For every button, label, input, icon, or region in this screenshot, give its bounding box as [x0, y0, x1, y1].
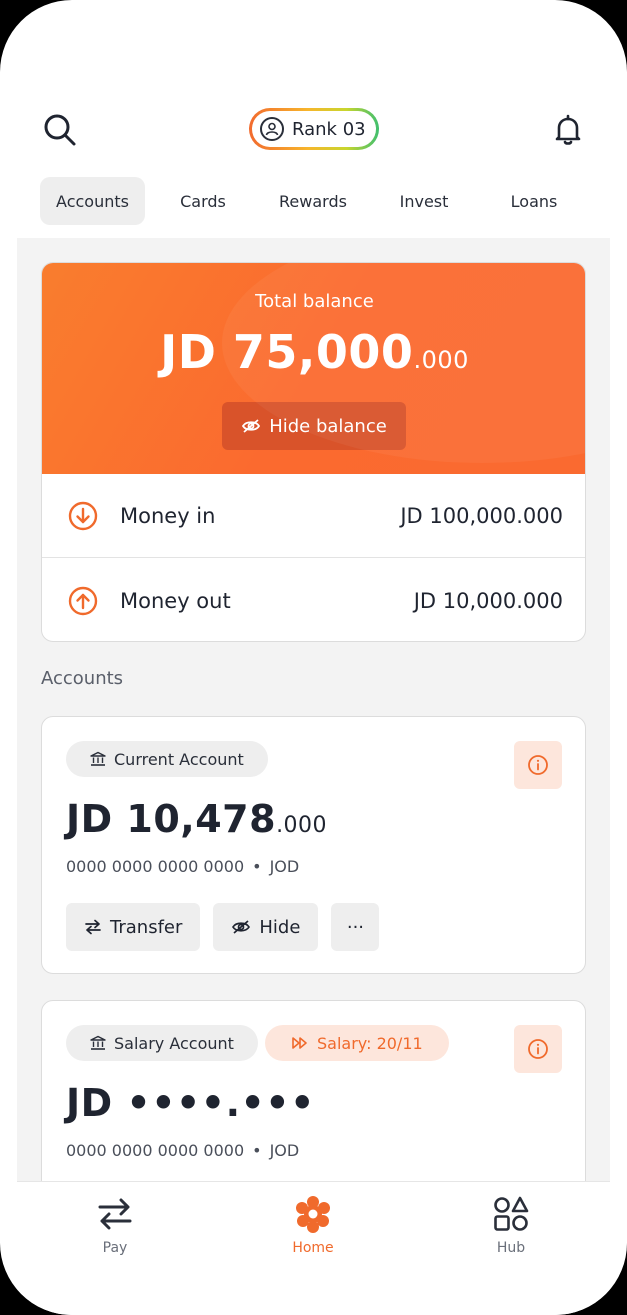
money-in-value: JD 100,000.000 — [400, 503, 563, 528]
account-type-chip: Current Account — [66, 741, 268, 777]
account-number-line: 0000 0000 0000 0000 • JOD — [66, 1141, 299, 1160]
account-number: 0000 0000 0000 0000 — [66, 1141, 245, 1160]
total-balance-amount: JD 75,000.000 — [160, 325, 469, 379]
account-balance-hidden: JD ••••.••• — [66, 1081, 315, 1125]
account-currency: JOD — [269, 1141, 300, 1160]
tab-loans[interactable]: Loans — [483, 177, 585, 225]
money-in-label: Money in — [120, 503, 216, 528]
more-options-button[interactable]: ··· — [331, 903, 380, 951]
account-actions: Transfer Hide ··· — [66, 903, 380, 951]
money-out-label: Money out — [120, 589, 231, 613]
salary-date-badge: Salary: 20/11 — [265, 1025, 449, 1061]
main-content: Total balance JD 75,000.000 Hide balance — [17, 238, 610, 1183]
salary-date-label: Salary: 20/11 — [317, 1033, 423, 1053]
bottom-navigation: Pay Home Hub — [17, 1181, 610, 1315]
top-header: Rank 03 — [0, 100, 627, 160]
account-number-line: 0000 0000 0000 0000 • JOD — [66, 857, 299, 876]
nav-hub[interactable]: Hub — [451, 1194, 571, 1256]
more-options-label: ··· — [346, 916, 365, 938]
arrow-up-circle-icon — [68, 586, 98, 616]
info-icon — [528, 1039, 548, 1059]
nav-home[interactable]: Home — [253, 1194, 373, 1256]
balance-header: Total balance JD 75,000.000 Hide balance — [42, 263, 585, 474]
account-info-button[interactable] — [514, 741, 562, 789]
total-balance-card: Total balance JD 75,000.000 Hide balance — [41, 262, 586, 642]
transfer-arrows-icon — [85, 919, 101, 935]
account-currency: JOD — [269, 857, 300, 876]
hide-label: Hide — [259, 916, 301, 938]
separator-dot: • — [252, 1141, 262, 1160]
rank-badge[interactable]: Rank 03 — [249, 108, 379, 150]
account-type-chip: Salary Account — [66, 1025, 258, 1061]
nav-home-label: Home — [292, 1240, 334, 1256]
tab-invest[interactable]: Invest — [365, 177, 483, 225]
account-card-salary[interactable]: Salary Account Salary: 20/11 JD ••••.•••… — [41, 1000, 586, 1183]
user-icon — [260, 117, 284, 141]
account-type-label: Current Account — [114, 749, 244, 769]
home-flower-icon — [296, 1196, 330, 1233]
account-number: 0000 0000 0000 0000 — [66, 857, 245, 876]
total-balance-label: Total balance — [255, 291, 374, 312]
fast-forward-icon — [292, 1037, 307, 1049]
money-in-row[interactable]: Money in JD 100,000.000 — [42, 474, 585, 558]
separator-dot: • — [252, 857, 262, 876]
transfer-button[interactable]: Transfer — [66, 903, 201, 951]
shapes-grid-icon — [494, 1196, 529, 1231]
hide-account-button[interactable]: Hide — [213, 903, 319, 951]
money-out-value: JD 10,000.000 — [413, 589, 563, 613]
accounts-section-title: Accounts — [41, 668, 124, 689]
hide-balance-label: Hide balance — [269, 415, 387, 437]
nav-pay-label: Pay — [102, 1240, 128, 1256]
account-balance: JD 10,478.000 — [66, 797, 328, 841]
account-card-current[interactable]: Current Account JD 10,478.000 0000 0000 … — [41, 716, 586, 974]
search-icon[interactable] — [40, 110, 80, 150]
tab-cards[interactable]: Cards — [145, 177, 261, 225]
eye-off-icon — [242, 419, 261, 433]
transfer-label: Transfer — [110, 916, 183, 938]
tab-rewards[interactable]: Rewards — [261, 177, 365, 225]
notification-bell-icon[interactable] — [548, 110, 588, 150]
info-icon — [528, 755, 548, 775]
nav-hub-label: Hub — [496, 1240, 526, 1256]
tab-accounts[interactable]: Accounts — [40, 177, 145, 225]
nav-pay[interactable]: Pay — [55, 1194, 175, 1256]
bank-icon — [90, 1035, 106, 1050]
account-type-label: Salary Account — [114, 1033, 234, 1053]
app-screen: Rank 03 Accounts Cards Rewards Invest Lo… — [0, 0, 627, 1315]
arrow-down-circle-icon — [68, 501, 98, 530]
money-out-row[interactable]: Money out JD 10,000.000 — [42, 559, 585, 641]
rank-label: Rank 03 — [292, 118, 366, 140]
eye-off-icon — [232, 920, 251, 934]
top-tabs: Accounts Cards Rewards Invest Loans — [40, 177, 590, 225]
account-info-button[interactable] — [514, 1025, 562, 1073]
transfer-arrows-icon — [98, 1198, 132, 1230]
hide-balance-button[interactable]: Hide balance — [222, 402, 406, 450]
bank-icon — [90, 751, 106, 766]
